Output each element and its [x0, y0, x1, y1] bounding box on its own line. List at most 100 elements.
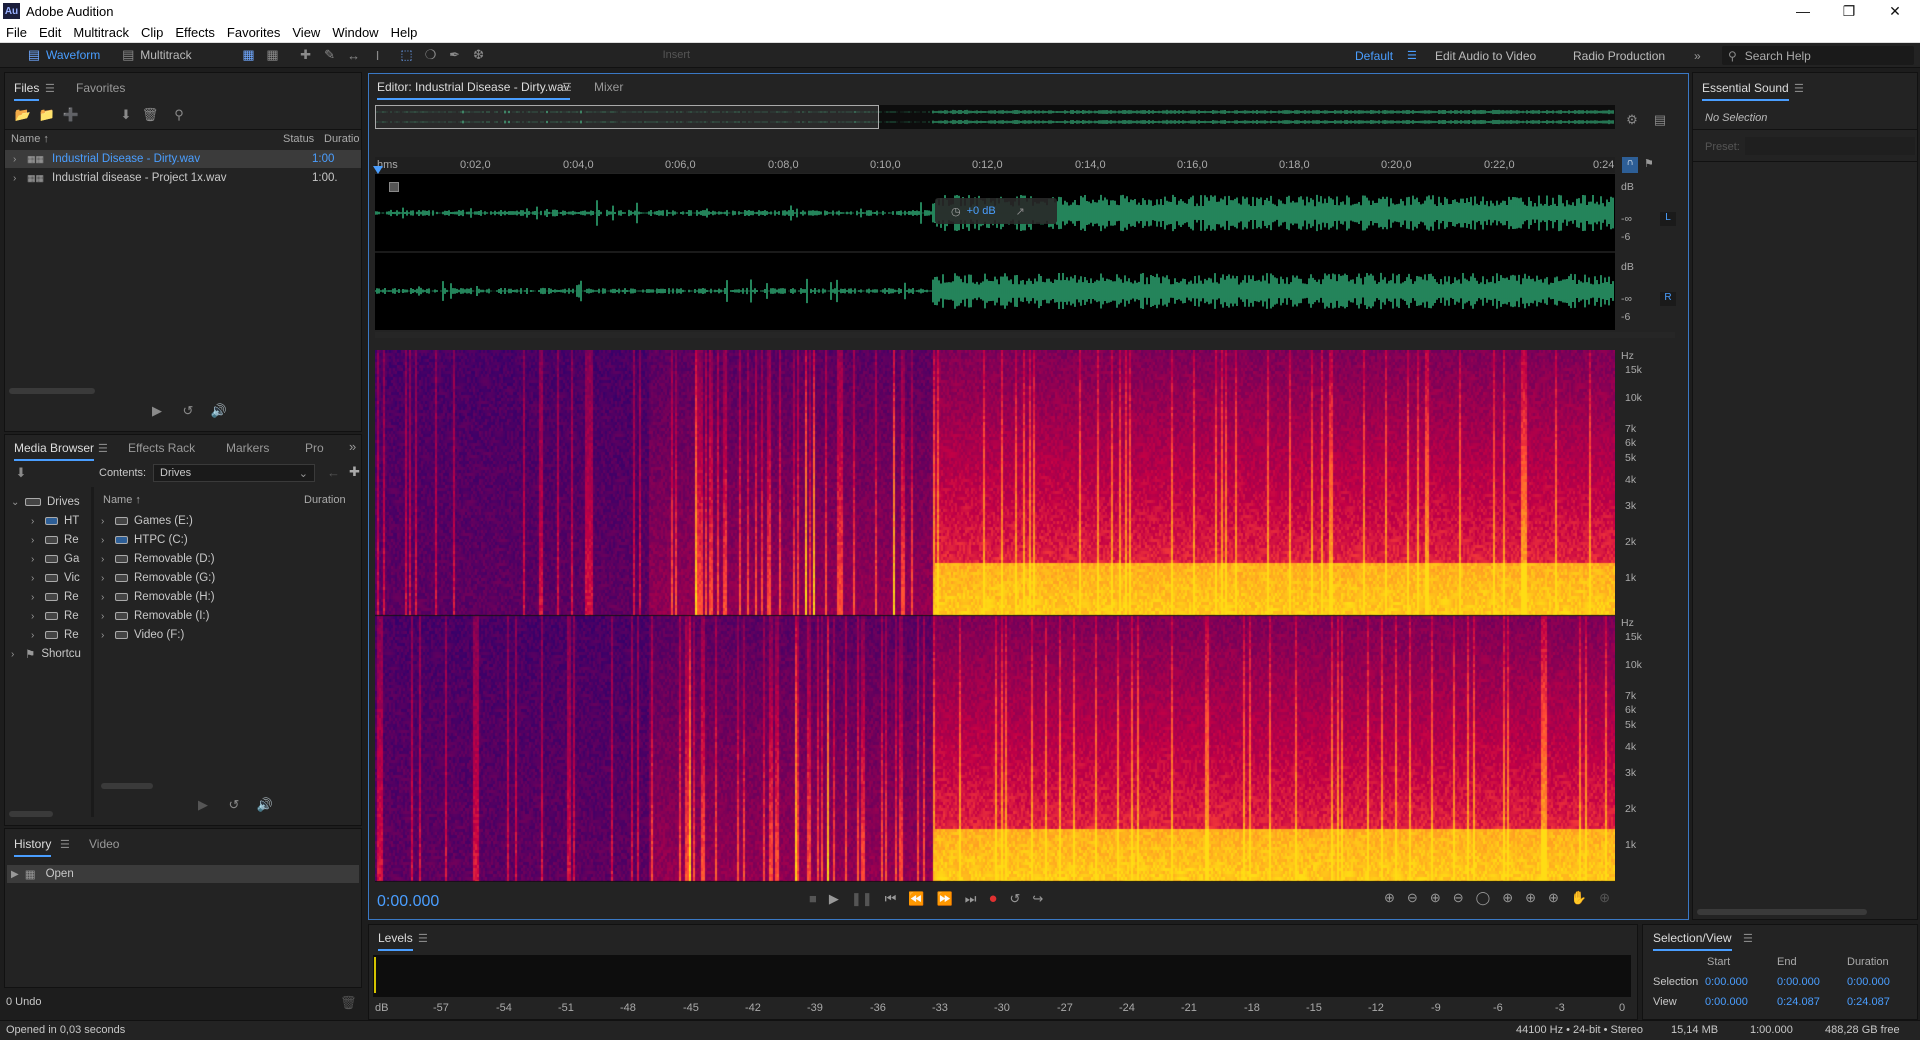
overview-bar[interactable] [374, 105, 1615, 129]
go-to-start-icon[interactable]: ⏮ [885, 891, 897, 907]
fast-forward-icon[interactable]: ⏩ [937, 891, 953, 907]
hud-gain[interactable]: ◷ +0 dB ↗ [935, 198, 1057, 224]
media-browser-menu-icon[interactable]: ☰ [98, 442, 108, 455]
channel-right-toggle[interactable]: R [1660, 292, 1676, 306]
spectral-pitch-icon[interactable]: ▦ [264, 47, 282, 63]
waveform-view-button[interactable]: ▤ Waveform [14, 45, 108, 65]
multitrack-view-button[interactable]: ▤ Multitrack [108, 45, 199, 65]
tab-properties[interactable]: Pro [305, 441, 324, 455]
drive-row[interactable]: › Removable (D:) [101, 550, 351, 568]
import-file-icon[interactable]: 📁 [38, 107, 56, 123]
marker-icon[interactable]: ⚑ [1644, 157, 1654, 170]
history-menu-icon[interactable]: ☰ [60, 838, 70, 851]
tab-mixer[interactable]: Mixer [594, 80, 623, 94]
play-preview-icon[interactable]: ▶ [148, 403, 166, 419]
essential-sound-menu-icon[interactable]: ☰ [1794, 82, 1804, 95]
drive-row[interactable]: › Games (E:) [101, 512, 351, 530]
brush-tool-icon[interactable]: ✒ [446, 47, 464, 63]
view-start-field[interactable]: 0:00.000 [1705, 996, 1748, 1008]
zoom-to-selection-icon[interactable]: ⊕ [1599, 890, 1610, 906]
loop-preview-icon[interactable]: ↺ [225, 797, 243, 813]
selection-duration-field[interactable]: 0:00.000 [1847, 976, 1890, 988]
restore-icon[interactable]: ❐ [1826, 0, 1872, 22]
drive-row[interactable]: › Removable (G:) [101, 569, 351, 587]
splitter[interactable] [91, 487, 94, 817]
time-selection-tool-icon[interactable]: I [369, 47, 387, 63]
hand-icon[interactable]: ✋ [1571, 890, 1587, 906]
tree-item[interactable]: › Re [31, 588, 91, 606]
play-preview-icon[interactable]: ▶ [194, 797, 212, 813]
volume-knob-icon[interactable]: ◷ [951, 205, 961, 218]
drive-row[interactable]: › Video (F:) [101, 626, 351, 644]
filter-search-icon[interactable]: ⚲ [170, 107, 188, 123]
more-workspaces-icon[interactable]: » [1694, 43, 1701, 68]
menu-multitrack[interactable]: Multitrack [73, 25, 129, 40]
expand-icon[interactable]: › [13, 154, 27, 165]
tab-video[interactable]: Video [89, 837, 119, 851]
tab-effects-rack[interactable]: Effects Rack [128, 441, 195, 455]
stop-icon[interactable]: ■ [809, 891, 817, 906]
tab-essential-sound[interactable]: Essential Sound [1702, 81, 1789, 101]
play-icon[interactable]: ▶ [829, 891, 839, 907]
tree-item[interactable]: › Vic [31, 569, 91, 587]
tree-item[interactable]: › Ga [31, 550, 91, 568]
selection-end-field[interactable]: 0:00.000 [1777, 976, 1820, 988]
loop-preview-icon[interactable]: ↺ [179, 403, 197, 419]
workspace-edit-audio-video[interactable]: Edit Audio to Video [1435, 43, 1536, 68]
zoom-out-amplitude-icon[interactable]: ⊖ [1407, 890, 1418, 906]
files-col-duration[interactable]: Duratio [324, 133, 359, 145]
display-divider[interactable] [375, 332, 1675, 338]
zoom-out-time-icon[interactable]: ⊖ [1453, 890, 1464, 906]
zoom-in-start-icon[interactable]: ⊕ [1502, 890, 1513, 906]
files-panel-menu-icon[interactable]: ☰ [45, 82, 55, 95]
lasso-tool-icon[interactable]: ❍ [422, 47, 440, 63]
workspace-default[interactable]: Default ☰ [1355, 43, 1417, 68]
more-tabs-icon[interactable]: » [349, 439, 356, 454]
pause-icon[interactable]: ❚❚ [851, 891, 873, 907]
tab-history[interactable]: History [14, 837, 52, 857]
menu-help[interactable]: Help [391, 25, 418, 40]
new-file-icon[interactable]: ➕ [62, 107, 80, 123]
workspace-radio-production[interactable]: Radio Production [1573, 43, 1665, 68]
menu-edit[interactable]: Edit [39, 25, 61, 40]
tree-item[interactable]: › Re [31, 607, 91, 625]
move-tool-icon[interactable]: ✚ [297, 47, 315, 63]
view-duration-field[interactable]: 0:24.087 [1847, 996, 1890, 1008]
tree-item[interactable]: › Re [31, 626, 91, 644]
menu-file[interactable]: File [6, 25, 27, 40]
mb-col-duration[interactable]: Duration [304, 494, 346, 506]
tab-favorites[interactable]: Favorites [76, 81, 125, 95]
tree-item[interactable]: › HT [31, 512, 91, 530]
spectral-display[interactable] [375, 350, 1615, 882]
playhead-marker[interactable] [373, 166, 383, 174]
clear-history-icon[interactable]: 🗑 [340, 995, 357, 1011]
zoom-out-full-icon[interactable]: ◯ [1476, 890, 1491, 906]
insert-into-multitrack-icon[interactable]: ⬇ [117, 107, 135, 123]
menu-window[interactable]: Window [332, 25, 378, 40]
tree-item[interactable]: › Re [31, 531, 91, 549]
tab-markers[interactable]: Markers [226, 441, 269, 455]
waveform-display[interactable]: ◷ +0 dB ↗ [374, 174, 1615, 330]
files-col-name[interactable]: Name ↑ [11, 133, 49, 145]
spectral-display-icon[interactable]: ▦ [240, 47, 258, 63]
history-item[interactable]: ▶ ▦ Open [7, 865, 359, 883]
essential-sound-scrollbar[interactable] [1697, 909, 1867, 915]
tab-levels[interactable]: Levels [378, 931, 413, 951]
selection-view-menu-icon[interactable]: ☰ [1743, 932, 1753, 945]
selection-start-field[interactable]: 0:00.000 [1705, 976, 1748, 988]
pin-hud-icon[interactable]: ↗ [1016, 205, 1025, 218]
contents-dropdown[interactable]: Drives ⌄ [153, 464, 315, 482]
slip-tool-icon[interactable]: ↔ [345, 47, 363, 63]
editor-menu-icon[interactable]: ☰ [562, 81, 572, 94]
zoom-selection-icon[interactable]: ⊕ [1548, 890, 1559, 906]
preset-dropdown[interactable] [1745, 137, 1915, 155]
list-scrollbar[interactable] [101, 783, 153, 789]
menu-view[interactable]: View [292, 25, 320, 40]
skip-selection-icon[interactable]: ↪ [1032, 891, 1043, 907]
overview-view-range[interactable] [375, 105, 879, 129]
loop-playback-icon[interactable]: ↺ [1010, 891, 1021, 907]
display-options-icon[interactable]: ▤ [1651, 112, 1669, 128]
back-icon[interactable]: ← [327, 465, 340, 480]
tree-shortcuts[interactable]: › ⚑ Shortcu [11, 645, 91, 663]
marquee-tool-icon[interactable]: ⬚ [398, 47, 416, 63]
